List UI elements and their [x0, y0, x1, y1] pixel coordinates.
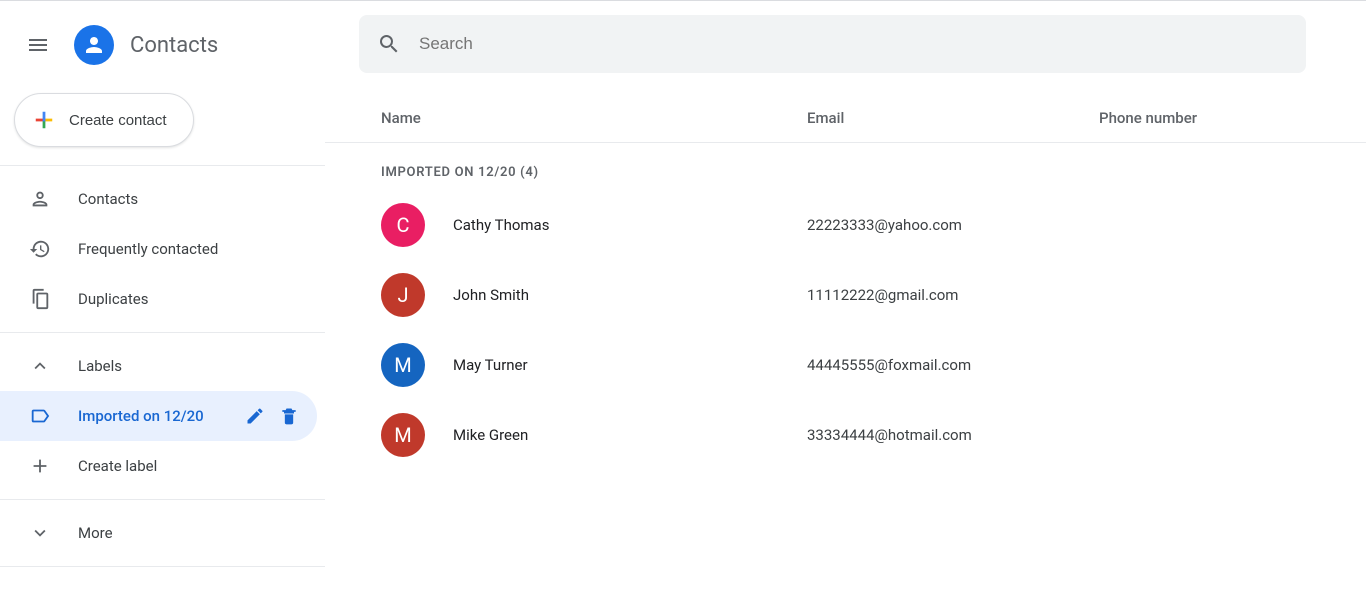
avatar: C — [381, 203, 425, 247]
contact-name: John Smith — [453, 286, 529, 304]
nav-labels: Labels Imported on 12/20 — [0, 333, 325, 500]
contact-list: C Cathy Thomas 22223333@yahoo.com J John Smi… — [325, 190, 1366, 470]
contact-name: Mike Green — [453, 426, 528, 444]
section-title: Imported on 12/20 (4) — [325, 143, 1366, 190]
column-phone: Phone number — [1099, 109, 1366, 127]
sidebar-create-label[interactable]: Create label — [0, 441, 317, 491]
search-input[interactable] — [419, 34, 1298, 54]
avatar: J — [381, 273, 425, 317]
history-icon — [28, 237, 52, 261]
label-item-label: Imported on 12/20 — [78, 407, 217, 425]
menu-button[interactable] — [14, 21, 62, 69]
sidebar-header: Contacts — [0, 13, 325, 77]
label-actions — [243, 404, 301, 428]
cell-name: C Cathy Thomas — [381, 203, 807, 247]
contact-email: 44445555@foxmail.com — [807, 356, 1099, 374]
create-contact-wrap: Create contact — [0, 77, 325, 165]
person-outline-icon — [28, 187, 52, 211]
sidebar: Contacts Create contact — [0, 1, 325, 592]
sidebar-label-imported[interactable]: Imported on 12/20 — [0, 391, 317, 441]
table-row[interactable]: J John Smith 11112222@gmail.com — [325, 260, 1366, 330]
plus-icon — [33, 109, 55, 131]
more-label: More — [78, 524, 301, 542]
main: Name Email Phone number Imported on 12/2… — [325, 1, 1366, 592]
contact-email: 33334444@hotmail.com — [807, 426, 1099, 444]
table-row[interactable]: M May Turner 44445555@foxmail.com — [325, 330, 1366, 400]
column-email: Email — [807, 109, 1099, 127]
contact-email: 22223333@yahoo.com — [807, 216, 1099, 234]
label-outline-icon — [28, 404, 52, 428]
contact-name: Cathy Thomas — [453, 216, 549, 234]
person-icon — [82, 33, 106, 57]
sidebar-item-contacts[interactable]: Contacts — [0, 174, 317, 224]
nav-more: More — [0, 500, 325, 567]
search-bar[interactable] — [359, 15, 1306, 73]
pencil-icon — [245, 406, 265, 426]
avatar: M — [381, 343, 425, 387]
sidebar-labels-header[interactable]: Labels — [0, 341, 317, 391]
cell-name: J John Smith — [381, 273, 807, 317]
cell-name: M May Turner — [381, 343, 807, 387]
sidebar-item-label: Contacts — [78, 190, 301, 208]
column-name: Name — [381, 109, 807, 127]
edit-label-button[interactable] — [243, 404, 267, 428]
chevron-down-icon — [28, 521, 52, 545]
create-contact-label: Create contact — [69, 112, 167, 129]
sidebar-more[interactable]: More — [0, 508, 317, 558]
contact-name: May Turner — [453, 356, 528, 374]
contact-email: 11112222@gmail.com — [807, 286, 1099, 304]
avatar: M — [381, 413, 425, 457]
create-label-label: Create label — [78, 457, 301, 475]
create-contact-button[interactable]: Create contact — [14, 93, 194, 147]
sidebar-item-duplicates[interactable]: Duplicates — [0, 274, 317, 324]
cell-name: M Mike Green — [381, 413, 807, 457]
nav-primary: Contacts Frequently contacted Duplicates — [0, 165, 325, 333]
trash-icon — [279, 406, 299, 426]
chevron-up-icon — [28, 354, 52, 378]
app-title: Contacts — [130, 33, 218, 58]
sidebar-item-label: Duplicates — [78, 290, 301, 308]
delete-label-button[interactable] — [277, 404, 301, 428]
app-logo — [74, 25, 114, 65]
table-row[interactable]: C Cathy Thomas 22223333@yahoo.com — [325, 190, 1366, 260]
duplicates-icon — [28, 287, 52, 311]
table-header: Name Email Phone number — [325, 93, 1366, 143]
table-row[interactable]: M Mike Green 33334444@hotmail.com — [325, 400, 1366, 470]
plus-small-icon — [28, 454, 52, 478]
hamburger-icon — [26, 33, 50, 57]
search-icon — [377, 32, 401, 56]
sidebar-item-frequent[interactable]: Frequently contacted — [0, 224, 317, 274]
sidebar-item-label: Frequently contacted — [78, 240, 301, 258]
labels-header-label: Labels — [78, 357, 301, 375]
